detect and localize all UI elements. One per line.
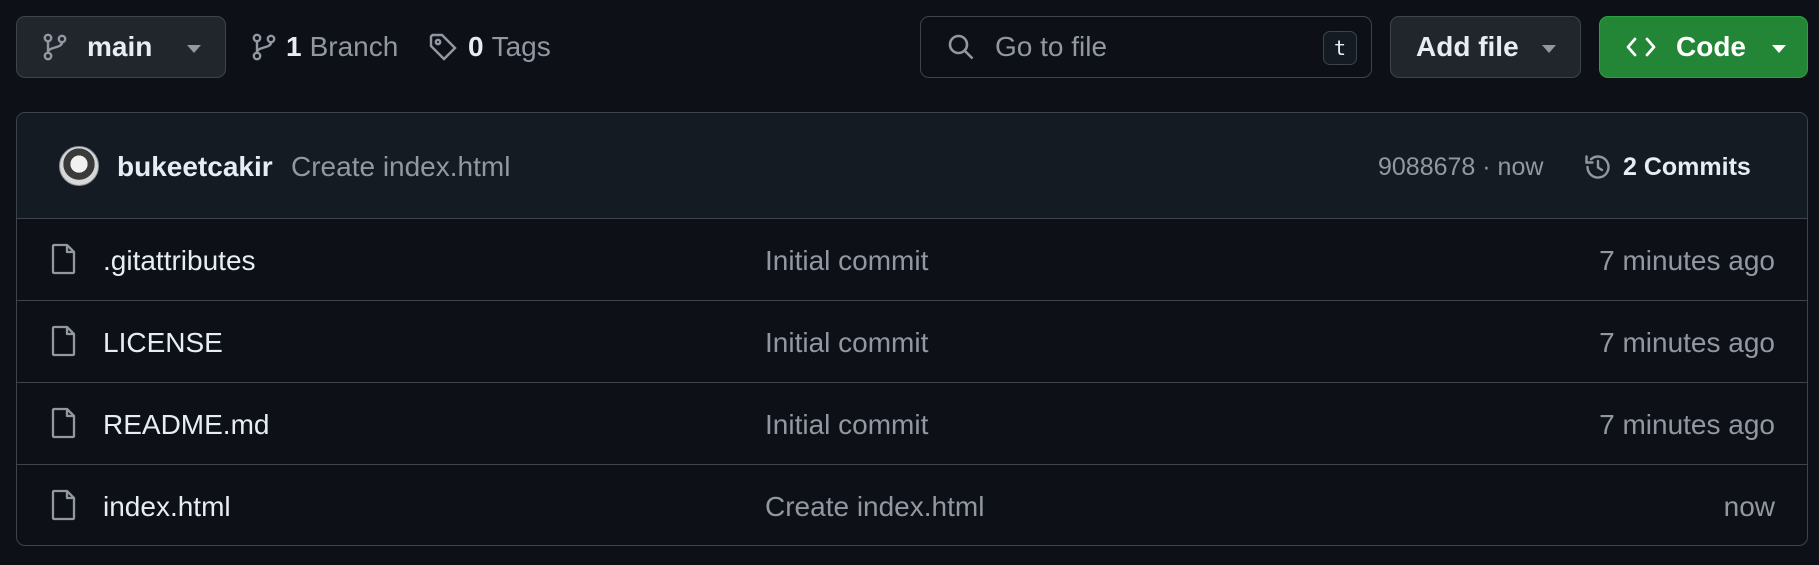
table-row[interactable]: .gitattributes Initial commit 7 minutes … bbox=[17, 219, 1807, 301]
chevron-down-icon bbox=[187, 45, 201, 53]
go-to-file-input[interactable] bbox=[995, 31, 1295, 63]
file-commit-age: 7 minutes ago bbox=[1599, 245, 1775, 276]
repo-toolbar: main 1 Branch 0 Tags Go to file t Add fi… bbox=[0, 0, 1819, 96]
search-icon bbox=[947, 33, 975, 61]
file-commit-message[interactable]: Initial commit bbox=[765, 327, 928, 359]
git-branch-icon bbox=[252, 33, 276, 61]
tag-icon bbox=[428, 32, 458, 62]
keyboard-shortcut-hint: t bbox=[1323, 31, 1357, 65]
table-row[interactable]: LICENSE Initial commit 7 minutes ago bbox=[17, 301, 1807, 383]
file-commit-age: 7 minutes ago bbox=[1599, 327, 1775, 358]
tags-link[interactable]: 0 Tags bbox=[428, 22, 551, 72]
file-icon bbox=[51, 325, 77, 357]
table-row[interactable]: index.html Create index.html now bbox=[17, 465, 1807, 545]
chevron-down-icon bbox=[1542, 45, 1556, 53]
history-icon bbox=[1583, 152, 1613, 182]
chevron-down-icon bbox=[1772, 45, 1786, 53]
git-branch-icon bbox=[43, 33, 67, 61]
branch-selector-button[interactable]: main bbox=[16, 16, 226, 78]
add-file-button[interactable]: Add file bbox=[1390, 16, 1581, 78]
file-name-link[interactable]: README.md bbox=[103, 409, 269, 441]
code-icon bbox=[1626, 36, 1656, 58]
latest-commit-bar: bukeetcakir Create index.html 9088678 · … bbox=[17, 113, 1807, 219]
branch-name: main bbox=[87, 31, 153, 62]
code-label: Code bbox=[1676, 31, 1746, 62]
file-commit-age: 7 minutes ago bbox=[1599, 409, 1775, 440]
file-commit-message[interactable]: Initial commit bbox=[765, 245, 928, 277]
table-row[interactable]: README.md Initial commit 7 minutes ago bbox=[17, 383, 1807, 465]
file-list-box: bukeetcakir Create index.html 9088678 · … bbox=[16, 112, 1808, 546]
go-to-file-search[interactable]: t bbox=[920, 16, 1372, 78]
repo-file-browser: main 1 Branch 0 Tags Go to file t Add fi… bbox=[0, 0, 1819, 565]
commit-message[interactable]: Create index.html bbox=[291, 151, 510, 183]
commits-count-label: 2 Commits bbox=[1623, 152, 1751, 181]
commits-link[interactable]: 2 Commits bbox=[1583, 147, 1751, 187]
tag-label: Tags bbox=[491, 31, 551, 62]
avatar[interactable] bbox=[59, 146, 99, 186]
file-icon bbox=[51, 489, 77, 521]
file-commit-message[interactable]: Create index.html bbox=[765, 491, 984, 523]
commit-hash-time[interactable]: 9088678 · now bbox=[1378, 153, 1543, 182]
branch-label: Branch bbox=[309, 31, 399, 62]
add-file-label: Add file bbox=[1416, 31, 1519, 62]
file-commit-message[interactable]: Initial commit bbox=[765, 409, 928, 441]
file-icon bbox=[51, 243, 77, 275]
branch-count: 1 bbox=[286, 31, 302, 62]
branches-link[interactable]: 1 Branch bbox=[252, 22, 398, 72]
file-icon bbox=[51, 407, 77, 439]
file-commit-age: now bbox=[1723, 491, 1775, 522]
file-name-link[interactable]: LICENSE bbox=[103, 327, 223, 359]
file-name-link[interactable]: index.html bbox=[103, 491, 231, 523]
commit-author[interactable]: bukeetcakir bbox=[117, 151, 273, 183]
tag-count: 0 bbox=[468, 31, 484, 62]
code-button[interactable]: Code bbox=[1599, 16, 1808, 78]
file-name-link[interactable]: .gitattributes bbox=[103, 245, 256, 277]
